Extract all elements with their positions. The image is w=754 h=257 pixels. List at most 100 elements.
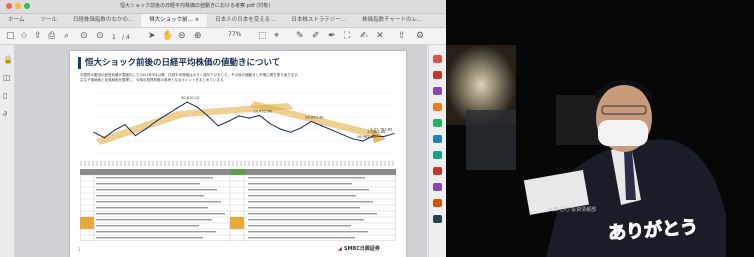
summary-table (80, 169, 396, 241)
page-number: 1 (78, 247, 81, 252)
table-cell-text (96, 189, 217, 191)
data-point (238, 115, 240, 117)
fit-page-icon[interactable]: ⬚ (258, 31, 267, 41)
data-point (331, 129, 333, 131)
tab-bar: ホーム ツール 日経株価指数のなかの... 恒大ショック前... × 日本人の日… (0, 14, 446, 28)
table-cell-text (248, 189, 369, 191)
stamp-icon[interactable]: ⛶ (344, 31, 350, 41)
data-point (196, 106, 199, 108)
settings-icon[interactable]: ⚙ (416, 31, 424, 41)
data-point (186, 101, 188, 103)
document-area[interactable]: 恒大ショック前後の日経平均株価の値動きについて 中国恒大集団の経営危機が表面化し… (15, 45, 427, 257)
zoom-level-select[interactable]: 77% (228, 31, 241, 38)
data-point (134, 134, 136, 137)
table-cell-text (96, 219, 212, 221)
chart-callout-label: 27,783.80 (374, 128, 393, 132)
data-point (310, 120, 312, 123)
previous-page-icon[interactable]: ⊙ (80, 31, 88, 41)
left-sidebar: 🔒 ◫ ▯ ∂ (0, 45, 15, 257)
face-mask (598, 120, 648, 146)
data-point (155, 120, 157, 122)
next-page-icon[interactable]: ⊙ (96, 31, 104, 41)
annotate-icon[interactable]: ⌖ (274, 31, 279, 41)
create-pdf-icon[interactable] (433, 71, 442, 79)
zoom-in-icon[interactable]: ⊕ (194, 31, 202, 41)
more-tools-icon[interactable] (433, 215, 442, 223)
comment-tool-icon[interactable] (433, 103, 442, 111)
zoom-out-icon[interactable]: ⊖ (178, 31, 186, 41)
data-point (145, 128, 147, 130)
table-cell-text (248, 177, 365, 179)
table-cell-text (248, 183, 352, 185)
print-icon[interactable]: ⎙ (48, 31, 55, 41)
comment-icon[interactable]: ✎ (296, 31, 304, 41)
bookmark-icon[interactable]: ☆ (20, 31, 28, 41)
export-pdf-icon[interactable] (433, 55, 442, 63)
edit-pdf-icon[interactable] (433, 87, 442, 95)
data-point (320, 125, 323, 127)
draw-icon[interactable]: ✒ (328, 31, 336, 41)
table-cell-text (96, 225, 199, 227)
tab-tools[interactable]: ツール (32, 14, 65, 27)
lock-icon[interactable]: 🔒 (3, 55, 13, 64)
organize-pages-icon[interactable] (433, 135, 442, 143)
chart-grid (94, 92, 394, 154)
data-point (393, 132, 395, 135)
select-arrow-icon[interactable]: ➤ (148, 31, 156, 41)
tab-home[interactable]: ホーム (0, 14, 32, 27)
upload-icon[interactable]: ⇪ (34, 31, 42, 41)
data-point (352, 138, 354, 140)
table-cell-text (248, 237, 355, 239)
fill-sign-icon[interactable] (433, 199, 442, 207)
data-point (103, 137, 105, 139)
document-intro: 中国恒大集団の経営危機が表面化した2021年9月以降、日経平均株価は大きく値を下… (80, 73, 390, 83)
data-point (227, 120, 230, 122)
table-cell-text (96, 177, 213, 179)
thumbnails-icon[interactable]: ◫ (3, 73, 11, 82)
highlight-icon[interactable]: ✐ (312, 31, 320, 41)
intro-line-2: 主な下落局面と反発局面を整理し、今後の投資判断の参考となるポイントをまとめていま… (80, 78, 227, 82)
toolbar: ▢ ☆ ⇪ ⎙ ⌕ ⊙ ⊙ 1 / 4 ➤ ✋ ⊖ ⊕ 77% ⬚ ⌖ ✎ ✐ … (0, 28, 446, 45)
new-document-icon[interactable]: ▢ (6, 31, 15, 41)
search-icon[interactable]: ⌕ (64, 31, 69, 41)
tab-document-4[interactable]: 日本株ストラテジー... (283, 14, 354, 27)
table-cell-text (96, 213, 225, 215)
tab-document-active[interactable]: 恒大ショック前... × (141, 14, 208, 27)
delete-icon[interactable]: ✕ (376, 31, 384, 41)
table-cell-text (248, 219, 364, 221)
data-point (176, 107, 178, 109)
protect-icon[interactable] (433, 183, 442, 191)
zoom-window-button[interactable] (24, 3, 30, 9)
data-point (114, 129, 116, 131)
hand-tool-icon[interactable]: ✋ (162, 31, 173, 41)
right-tools-panel (428, 45, 446, 257)
attachment-icon[interactable]: ∂ (3, 109, 7, 118)
sign-icon[interactable]: ✍ (360, 31, 368, 41)
data-point (383, 136, 385, 138)
tab-document-3[interactable]: 日本人の日本を変える... (207, 14, 283, 27)
data-point (258, 114, 261, 116)
chart-callout-label: 26,962.51 (357, 135, 375, 139)
data-point (341, 133, 343, 136)
close-window-button[interactable] (6, 3, 12, 9)
table-cell-text (96, 201, 221, 203)
share-icon[interactable]: ⇧ (398, 31, 406, 41)
combine-files-icon[interactable] (433, 119, 442, 127)
minimize-window-button[interactable] (15, 3, 21, 9)
data-point (207, 115, 209, 117)
table-cell-text (248, 201, 373, 203)
table-cell-text (248, 231, 368, 233)
title-bar: 恒大ショック前後の日経平均株価の値動きにおける考察.pdf (対象) (0, 0, 446, 14)
data-point (124, 124, 126, 126)
tab-document-5[interactable]: 株価指数チャートのレ... (354, 14, 430, 27)
page-number-field[interactable]: 1 (112, 33, 116, 43)
window-title: 恒大ショック前後の日経平均株価の値動きにおける考察.pdf (対象) (120, 3, 271, 9)
tab-document-1[interactable]: 日経株価指数のなかの... (65, 14, 141, 27)
table-cell-text (96, 207, 208, 209)
compress-icon[interactable] (433, 151, 442, 159)
data-point (279, 128, 281, 130)
redact-icon[interactable] (433, 167, 442, 175)
presenter-scene (446, 0, 754, 257)
bookmarks-panel-icon[interactable]: ▯ (3, 91, 7, 100)
data-point (248, 117, 250, 119)
